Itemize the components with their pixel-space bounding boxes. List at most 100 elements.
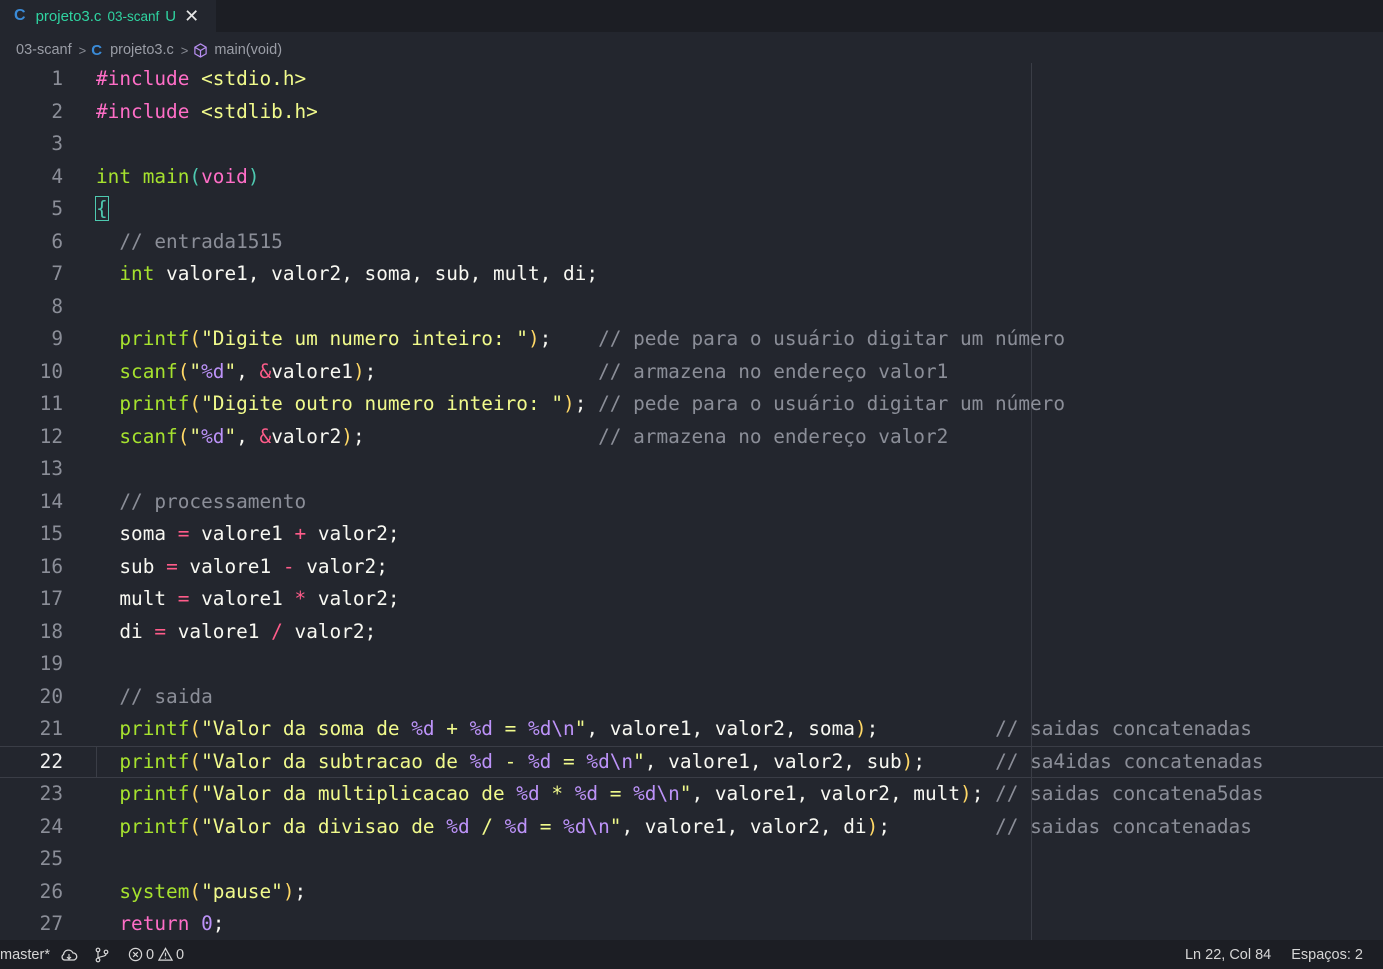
- line-number: 19: [39, 652, 63, 675]
- code-line-22[interactable]: 22 printf("Valor da subtracao de %d - %d…: [0, 745, 1383, 778]
- line-number: 11: [39, 392, 63, 415]
- tab-file-name: projeto3.c: [35, 7, 102, 25]
- line-number: 5: [51, 197, 63, 220]
- warning-icon: [158, 947, 174, 961]
- chevron-right-icon: >: [78, 42, 87, 58]
- code-line-24[interactable]: 24 printf("Valor da divisao de %d / %d =…: [0, 811, 1383, 844]
- line-number: 1: [51, 67, 63, 90]
- code-text: printf("Digite um numero inteiro: "); //…: [119, 327, 1066, 350]
- breadcrumb-folder[interactable]: 03-scanf: [16, 42, 72, 58]
- code-text: printf("Valor da subtracao de %d - %d = …: [119, 749, 1264, 773]
- code-text: #include <stdio.h>: [96, 67, 307, 90]
- code-text: printf("Valor da soma de %d + %d = %d\n"…: [119, 717, 1252, 740]
- c-language-icon: C: [14, 7, 26, 24]
- code-line-5[interactable]: 5{: [0, 193, 1383, 226]
- code-line-7[interactable]: 7 int valore1, valor2, soma, sub, mult, …: [0, 258, 1383, 291]
- tab-bar: C projeto3.c 03-scanf U ✕: [0, 0, 1383, 32]
- line-number: 17: [39, 587, 63, 610]
- code-line-14[interactable]: 14 // processamento: [0, 486, 1383, 519]
- line-number: 26: [39, 879, 63, 903]
- line-number: 18: [39, 619, 63, 643]
- code-line-21[interactable]: 21 printf("Valor da soma de %d + %d = %d…: [0, 713, 1383, 746]
- line-number: 8: [51, 294, 63, 318]
- code-text: soma = valore1 + valor2;: [119, 522, 400, 545]
- indentation-setting[interactable]: Espaços: 2: [1291, 947, 1363, 963]
- code-line-2[interactable]: 2 #include <stdlib.h>: [0, 96, 1383, 129]
- line-number: 24: [39, 814, 63, 838]
- code-line-23[interactable]: 23 printf("Valor da multiplicacao de %d …: [0, 778, 1383, 811]
- line-number: 4: [51, 164, 63, 188]
- code-text: system("pause");: [119, 879, 307, 903]
- line-number: 23: [39, 782, 63, 805]
- line-number: 22: [39, 749, 63, 773]
- line-number: 15: [39, 522, 63, 545]
- code-text: printf("Valor da divisao de %d / %d = %d…: [119, 814, 1252, 838]
- line-number: 14: [39, 489, 63, 513]
- code-text: #include <stdlib.h>: [96, 99, 318, 123]
- branch-name: master*: [0, 946, 50, 963]
- error-count: 0: [145, 946, 155, 963]
- breadcrumb-symbol[interactable]: main(void): [214, 42, 282, 58]
- branch-indicator[interactable]: master*: [0, 947, 50, 963]
- breadcrumb-file[interactable]: projeto3.c: [110, 42, 174, 58]
- code-line-26[interactable]: 26 system("pause");: [0, 876, 1383, 909]
- error-icon: [128, 947, 143, 962]
- line-number: 10: [39, 359, 63, 383]
- cloud-sync-icon: [61, 948, 78, 961]
- code-text: di = valore1 / valor2;: [119, 619, 377, 643]
- line-number: 2: [51, 99, 63, 123]
- line-number: 12: [39, 424, 63, 448]
- code-line-6[interactable]: 6 // entrada1515: [0, 226, 1383, 259]
- code-line-17[interactable]: 17 mult = valore1 * valor2;: [0, 583, 1383, 616]
- code-editor[interactable]: 1 #include <stdio.h> 2 #include <stdlib.h> 3…: [0, 63, 1383, 940]
- line-number: 27: [39, 912, 63, 935]
- line-number: 21: [39, 717, 63, 740]
- code-line-18[interactable]: 18 di = valore1 / valor2;: [0, 616, 1383, 649]
- code-line-10[interactable]: 10 scanf("%d", &valore1); // armazena no…: [0, 356, 1383, 389]
- status-bar: master* 0 0 Ln 22, Col 84 Espaços: 2: [0, 940, 1383, 969]
- code-text: {: [95, 196, 109, 221]
- chevron-right-icon: >: [180, 42, 189, 58]
- code-text: int main(void): [96, 164, 260, 188]
- code-line-1[interactable]: 1 #include <stdio.h>: [0, 63, 1383, 96]
- code-line-27[interactable]: 27 return 0;: [0, 908, 1383, 940]
- problems-indicator[interactable]: 0 0: [128, 947, 184, 963]
- code-line-8[interactable]: 8: [0, 291, 1383, 324]
- warning-count: 0: [176, 946, 185, 963]
- code-line-3[interactable]: 3: [0, 128, 1383, 161]
- line-number: 13: [39, 457, 63, 480]
- breadcrumb: 03-scanf > C projeto3.c > main(void): [16, 38, 282, 62]
- code-line-25[interactable]: 25: [0, 843, 1383, 876]
- git-graph-icon: [95, 947, 109, 962]
- line-number: 7: [51, 262, 63, 285]
- code-line-12[interactable]: 12 scanf("%d", &valor2); // armazena no …: [0, 421, 1383, 454]
- line-number: 6: [51, 229, 63, 253]
- tab-projeto3[interactable]: C projeto3.c 03-scanf U ✕: [0, 0, 216, 32]
- code-text: scanf("%d", &valore1); // armazena no en…: [119, 359, 949, 383]
- code-text: return 0;: [119, 912, 225, 935]
- code-line-19[interactable]: 19: [0, 648, 1383, 681]
- c-language-icon: C: [91, 41, 103, 59]
- code-line-13[interactable]: 13: [0, 453, 1383, 486]
- code-text: // processamento: [119, 489, 307, 513]
- code-text: mult = valore1 * valor2;: [119, 587, 400, 610]
- close-icon[interactable]: ✕: [184, 6, 199, 27]
- code-line-15[interactable]: 15 soma = valore1 + valor2;: [0, 518, 1383, 551]
- sync-button[interactable]: [60, 948, 78, 962]
- code-text: int valore1, valor2, soma, sub, mult, di…: [119, 262, 599, 285]
- line-number: 20: [39, 684, 63, 708]
- symbol-method-icon: [193, 42, 208, 58]
- code-line-11[interactable]: 11 printf("Digite outro numero inteiro: …: [0, 388, 1383, 421]
- code-line-20[interactable]: 20 // saida: [0, 681, 1383, 714]
- line-number: 9: [51, 327, 63, 350]
- code-text: // entrada1515: [119, 229, 283, 253]
- git-graph-button[interactable]: [94, 947, 110, 963]
- code-line-9[interactable]: 9 printf("Digite um numero inteiro: "); …: [0, 323, 1383, 356]
- line-number: 16: [39, 554, 63, 578]
- code-text: // saida: [119, 684, 213, 708]
- code-line-4[interactable]: 4 int main(void): [0, 161, 1383, 194]
- cursor-position[interactable]: Ln 22, Col 84: [1185, 947, 1271, 963]
- code-text: scanf("%d", &valor2); // armazena no end…: [119, 424, 949, 448]
- code-line-16[interactable]: 16 sub = valore1 - valor2;: [0, 551, 1383, 584]
- line-number: 25: [39, 847, 63, 870]
